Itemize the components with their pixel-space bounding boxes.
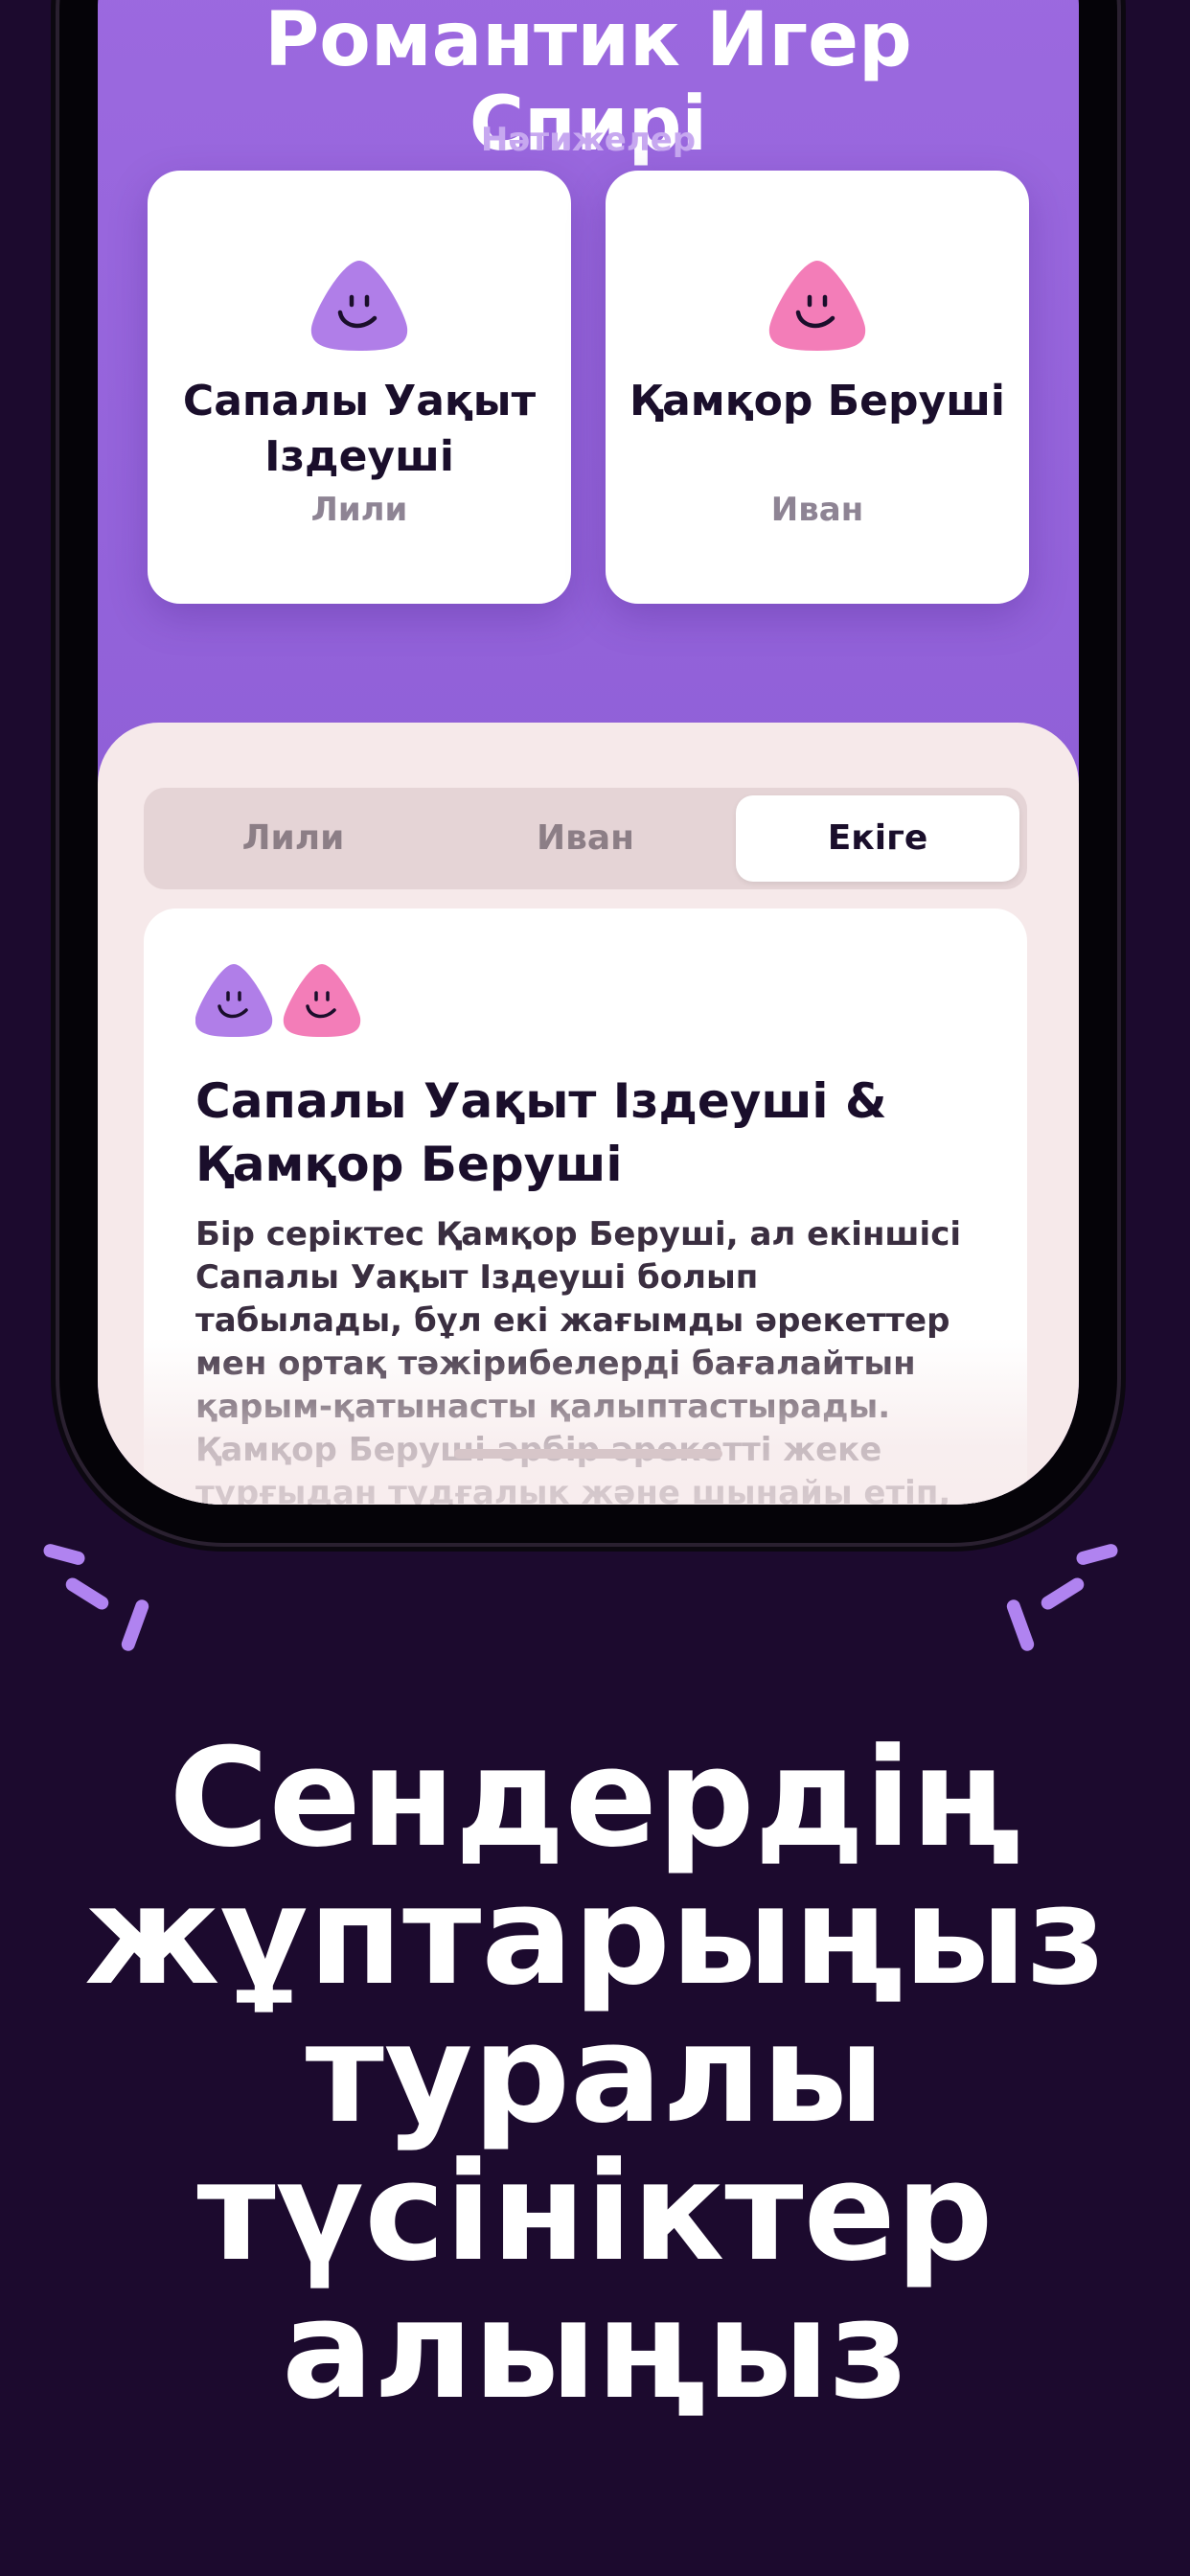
result-type-label: Қамқор Беруші	[629, 377, 1006, 426]
result-person-label: Иван	[770, 491, 864, 529]
sparkle-decoration	[1004, 1598, 1037, 1653]
home-indicator	[454, 1449, 722, 1459]
combined-type-description: Бір серіктес Қамқор Беруші, ал екіншісі …	[195, 1215, 961, 1505]
details-sheet: Лили Иван Екіге Сапалы Уақыт Іздеуші & Қ…	[98, 723, 1079, 1505]
phone-frame: Романтик Игер Спирі Нәтижелер Сапалы Уақ…	[59, 0, 1117, 1543]
phone-side-button	[1117, 58, 1125, 326]
result-type-label: Сапалы Уақыт Іздеуші	[182, 377, 537, 481]
sparkle-decoration	[63, 1575, 111, 1613]
couple-avatars-icon	[195, 964, 361, 1037]
sparkle-decoration	[1039, 1575, 1087, 1613]
page-subtitle: Нәтижелер	[480, 121, 697, 159]
combined-description-card: Сапалы Уақыт Іздеуші & Қамқор Беруші Бір…	[144, 908, 1027, 1505]
tab-ivan[interactable]: Иван	[444, 795, 727, 882]
result-card-ivan[interactable]: Қамқор Беруші Иван	[606, 171, 1029, 604]
purple-smile-blob-icon	[310, 261, 408, 351]
combined-type-title: Сапалы Уақыт Іздеуші & Қамқор Беруші	[195, 1073, 887, 1192]
result-card-lili[interactable]: Сапалы Уақыт Іздеуші Лили	[148, 171, 571, 604]
marketing-headline: Сендердің жұптарыңыз туралы түсініктер а…	[84, 1719, 1106, 2429]
sparkle-decoration	[41, 1542, 87, 1567]
sparkle-decoration	[119, 1598, 151, 1653]
tab-lili[interactable]: Лили	[151, 795, 435, 882]
sparkle-decoration	[1074, 1542, 1120, 1567]
page-title-line-1: Романтик Игер	[264, 0, 912, 83]
tab-both[interactable]: Екіге	[736, 795, 1019, 882]
phone-screen: Романтик Игер Спирі Нәтижелер Сапалы Уақ…	[98, 0, 1079, 1505]
result-person-label: Лили	[310, 491, 408, 529]
phone-side-button	[52, 153, 59, 240]
pink-smile-blob-icon	[768, 261, 866, 351]
person-segmented-control: Лили Иван Екіге	[144, 788, 1027, 889]
results-header: Романтик Игер Спирі Нәтижелер Сапалы Уақ…	[98, 0, 1079, 786]
